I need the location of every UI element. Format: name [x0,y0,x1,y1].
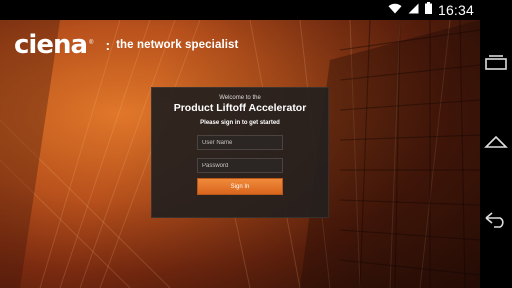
signal-icon [408,1,419,19]
app-title: Product Liftoff Accelerator [173,102,307,114]
back-icon [484,211,508,233]
welcome-text: Welcome to the [219,95,261,101]
logo-wordmark: ciena [14,30,88,60]
app-screen: ciena ® : the network specialist Welcome… [0,20,480,288]
login-card: Welcome to the Product Liftoff Accelerat… [151,87,329,218]
registered-mark: ® [89,40,94,46]
recents-icon [485,54,507,75]
clock: 16:34 [437,2,474,18]
home-icon [484,135,508,154]
signin-prompt: Please sign in to get started [200,120,280,126]
ciena-logo: ciena ® : the network specialist [14,32,238,58]
username-input[interactable] [197,135,283,150]
battery-icon [424,1,432,19]
logo-tagline: the network specialist [116,39,239,51]
status-bar: 16:34 [0,0,512,20]
password-input[interactable] [197,158,283,173]
wifi-icon [388,1,402,19]
logo-separator: : [105,37,111,53]
recents-button[interactable] [484,52,508,76]
navigation-bar [480,20,512,288]
home-button[interactable] [484,132,508,156]
back-button[interactable] [484,210,508,234]
sign-in-button[interactable]: Sign In [197,178,283,195]
